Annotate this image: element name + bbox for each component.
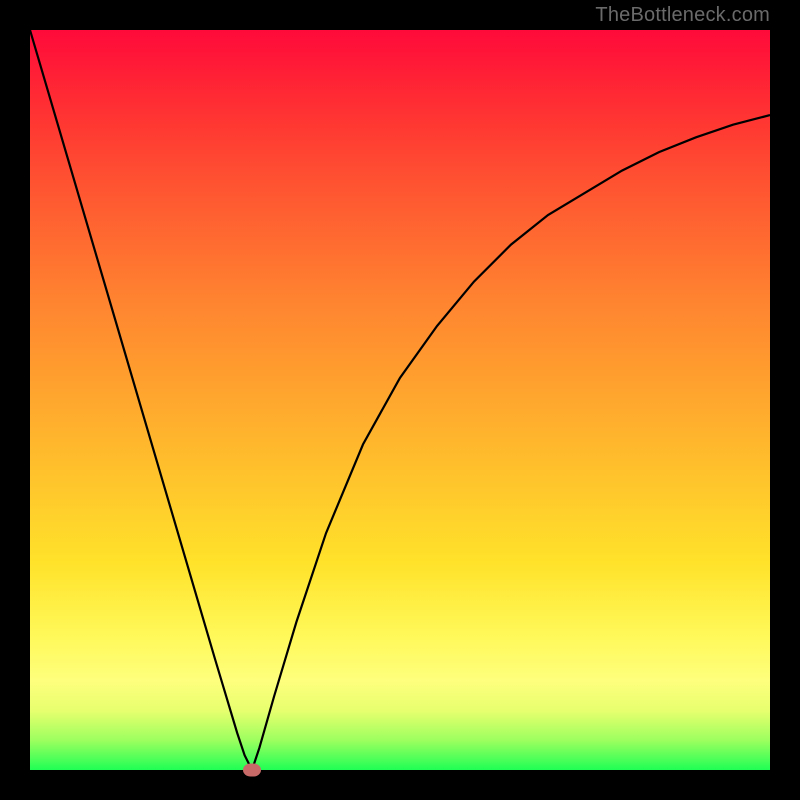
plot-area xyxy=(30,30,770,770)
optimal-point-marker xyxy=(243,764,261,777)
chart-frame: TheBottleneck.com xyxy=(0,0,800,800)
bottleneck-curve xyxy=(30,30,770,770)
watermark-text: TheBottleneck.com xyxy=(595,4,770,27)
